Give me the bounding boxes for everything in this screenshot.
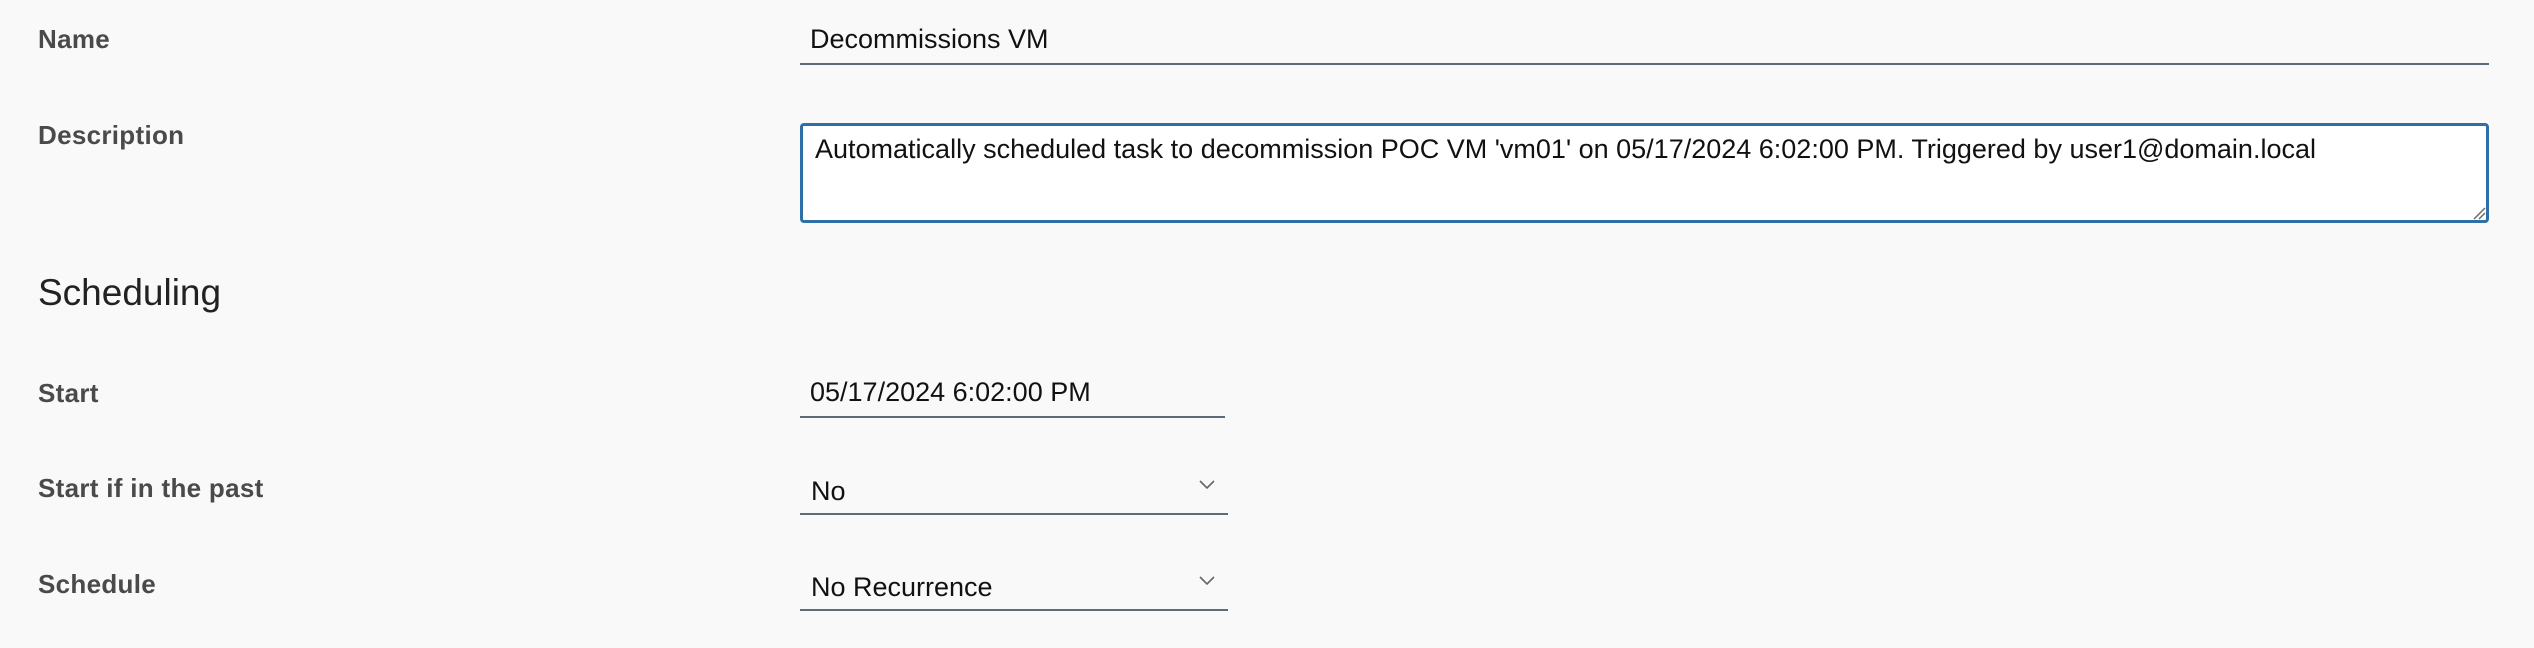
schedule-label: Schedule bbox=[38, 569, 156, 599]
start-label: Start bbox=[38, 378, 99, 408]
schedule-select[interactable]: No Recurrence bbox=[800, 561, 1228, 611]
start-datetime-input[interactable] bbox=[800, 368, 1225, 418]
scheduling-heading: Scheduling bbox=[38, 272, 222, 313]
chevron-down-icon bbox=[1199, 480, 1215, 490]
description-label: Description bbox=[38, 120, 185, 150]
start-if-past-label: Start if in the past bbox=[38, 473, 264, 503]
schedule-value: No Recurrence bbox=[811, 572, 993, 602]
start-if-past-value: No bbox=[811, 476, 846, 506]
start-if-past-select[interactable]: No bbox=[800, 465, 1228, 515]
scheduled-task-form: Name Description Automatically scheduled… bbox=[0, 0, 2534, 648]
name-input[interactable] bbox=[800, 15, 2489, 65]
name-label: Name bbox=[38, 24, 111, 54]
resize-grip-icon[interactable] bbox=[2472, 206, 2486, 220]
chevron-down-icon bbox=[1199, 576, 1215, 586]
description-textarea[interactable]: Automatically scheduled task to decommis… bbox=[800, 123, 2489, 223]
